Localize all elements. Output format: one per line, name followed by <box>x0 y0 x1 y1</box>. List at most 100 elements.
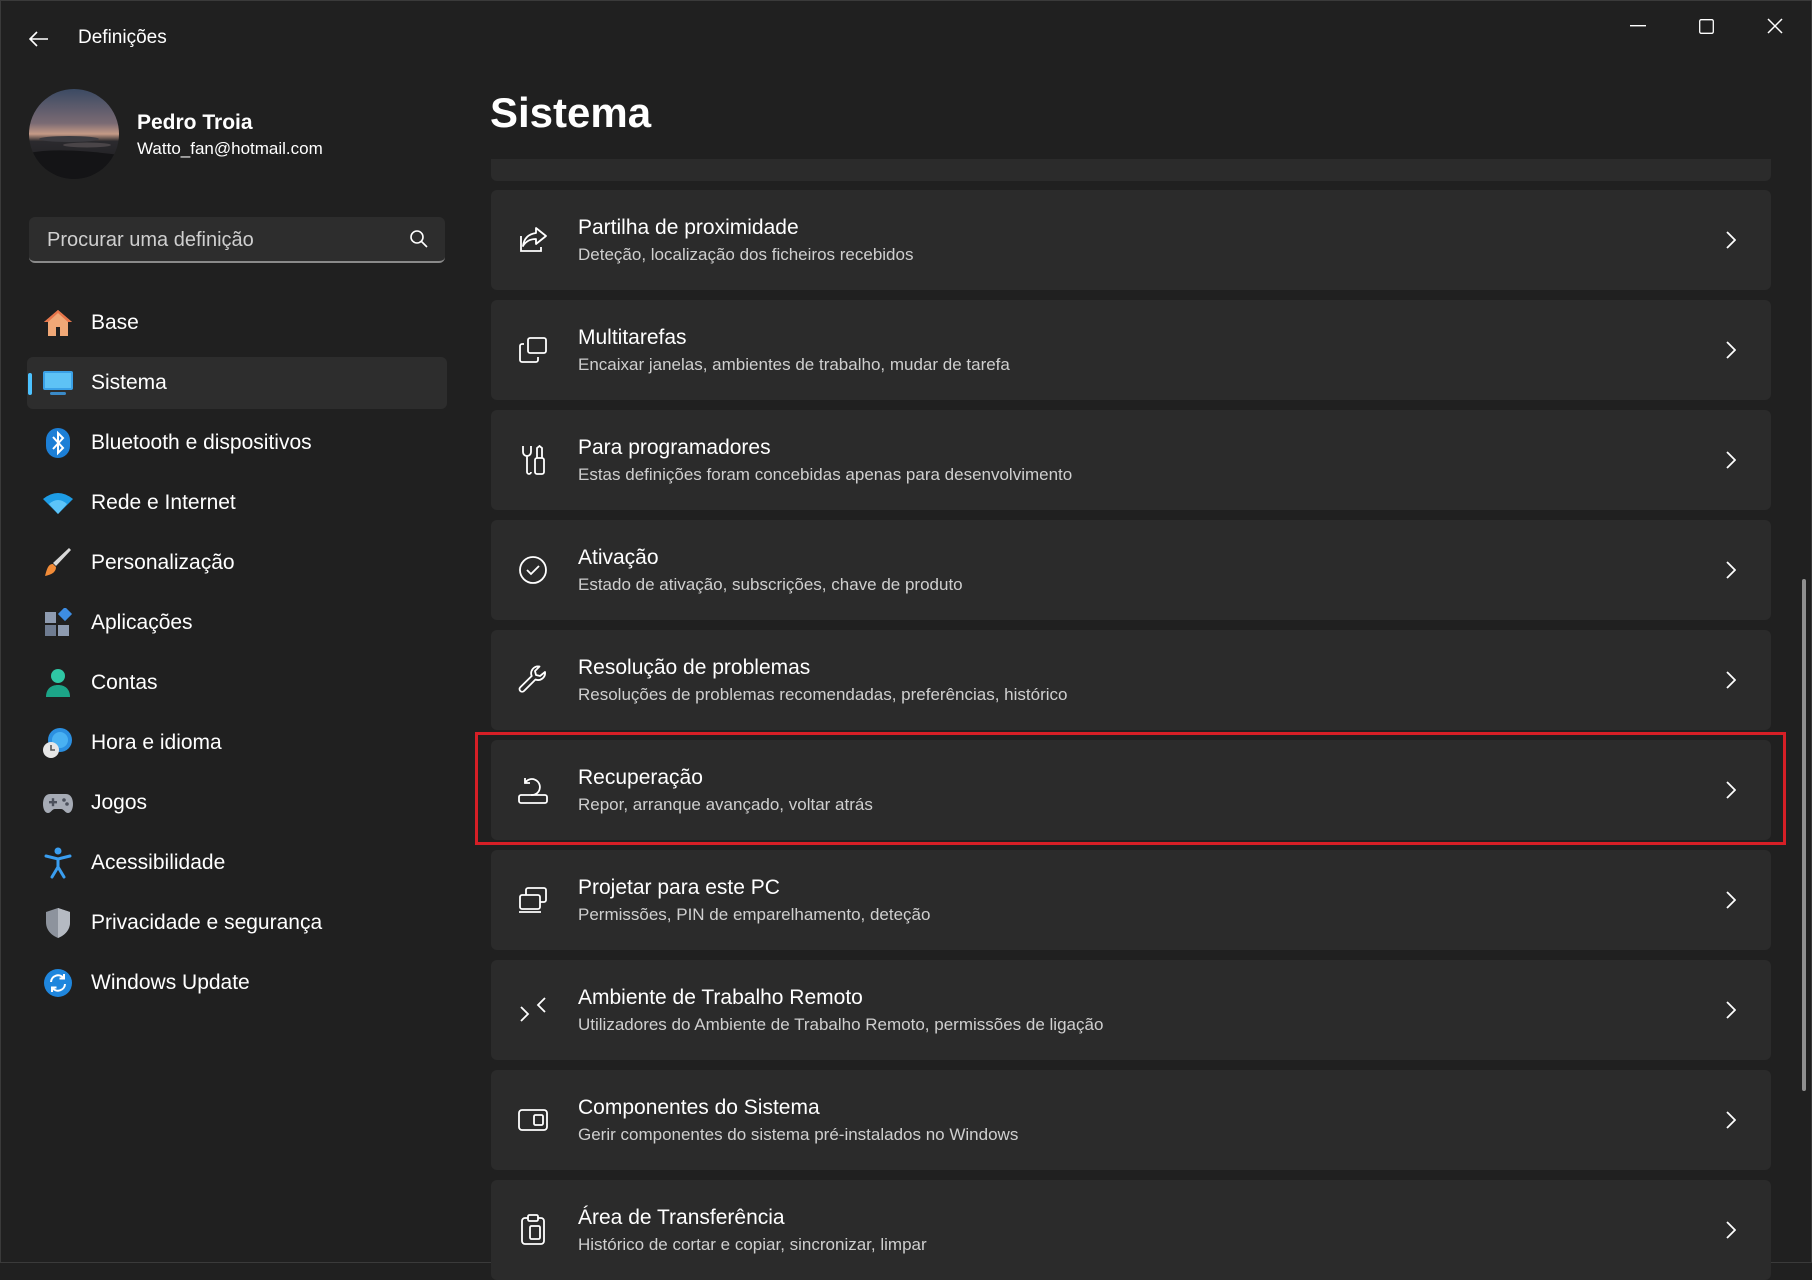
setting-card-area-transferencia[interactable]: Área de Transferência Histórico de corta… <box>491 1180 1771 1280</box>
setting-card-multitarefas[interactable]: Multitarefas Encaixar janelas, ambientes… <box>491 300 1771 400</box>
clipboard-icon <box>515 1212 551 1248</box>
setting-card-partilha-proximidade[interactable]: Partilha de proximidade Deteção, localiz… <box>491 190 1771 290</box>
accessibility-icon <box>41 846 75 880</box>
wifi-icon <box>41 486 75 520</box>
card-subtitle: Histórico de cortar e copiar, sincroniza… <box>578 1235 927 1254</box>
sidebar-item-label: Privacidade e segurança <box>91 911 323 934</box>
setting-card-resolucao-problemas[interactable]: Resolução de problemas Resoluções de pro… <box>491 630 1771 730</box>
checkmark-circle-icon <box>515 552 551 588</box>
back-button[interactable] <box>21 21 57 57</box>
project-icon <box>515 882 551 918</box>
sidebar-item-hora-idioma[interactable]: Hora e idioma <box>27 717 447 769</box>
home-icon <box>41 306 75 340</box>
setting-card-projetar[interactable]: Projetar para este PC Permissões, PIN de… <box>491 850 1771 950</box>
card-subtitle: Utilizadores do Ambiente de Trabalho Rem… <box>578 1015 1104 1034</box>
setting-card-recuperacao[interactable]: Recuperação Repor, arranque avançado, vo… <box>491 740 1771 840</box>
setting-card-ativacao[interactable]: Ativação Estado de ativação, subscrições… <box>491 520 1771 620</box>
title-bar: Definições <box>1 1 1812 75</box>
search-icon[interactable] <box>409 229 429 249</box>
profile-name: Pedro Troia <box>137 111 253 134</box>
card-subtitle: Estado de ativação, subscrições, chave d… <box>578 575 963 594</box>
app-title: Definições <box>78 27 167 48</box>
sidebar-item-personalizacao[interactable]: Personalização <box>27 537 447 589</box>
avatar[interactable] <box>29 89 119 179</box>
arrow-left-icon <box>29 31 48 47</box>
developer-tools-icon <box>515 442 551 478</box>
sidebar-item-privacidade[interactable]: Privacidade e segurança <box>27 897 447 949</box>
card-subtitle: Repor, arranque avançado, voltar atrás <box>578 795 873 814</box>
sidebar-item-bluetooth[interactable]: Bluetooth e dispositivos <box>27 417 447 469</box>
card-title: Ativação <box>578 546 659 569</box>
monitor-icon <box>41 366 75 400</box>
partial-card <box>491 159 1771 181</box>
setting-card-programadores[interactable]: Para programadores Estas definições fora… <box>491 410 1771 510</box>
person-icon <box>41 666 75 700</box>
paintbrush-icon <box>41 546 75 580</box>
sidebar-item-contas[interactable]: Contas <box>27 657 447 709</box>
search-box <box>29 217 445 263</box>
chevron-right-icon <box>1721 228 1741 252</box>
chevron-right-icon <box>1721 668 1741 692</box>
maximize-button[interactable] <box>1671 1 1741 51</box>
recovery-icon <box>515 772 551 808</box>
card-subtitle: Resoluções de problemas recomendadas, pr… <box>578 685 1068 704</box>
sidebar-item-jogos[interactable]: Jogos <box>27 777 447 829</box>
sidebar-item-aplicacoes[interactable]: Aplicações <box>27 597 447 649</box>
card-subtitle: Estas definições foram concebidas apenas… <box>578 465 1073 484</box>
sidebar-item-label: Sistema <box>91 371 167 394</box>
close-icon <box>1767 18 1783 34</box>
setting-card-componentes[interactable]: Componentes do Sistema Gerir componentes… <box>491 1070 1771 1170</box>
sidebar-item-label: Contas <box>91 671 158 694</box>
sidebar-nav: Base Sistema Bluetooth e dispositivos Re… <box>27 297 447 1017</box>
sidebar-item-base[interactable]: Base <box>27 297 447 349</box>
shield-icon <box>41 906 75 940</box>
sidebar-item-label: Windows Update <box>91 971 250 994</box>
sidebar-item-windows-update[interactable]: Windows Update <box>27 957 447 1009</box>
maximize-icon <box>1698 18 1714 34</box>
card-subtitle: Permissões, PIN de emparelhamento, deteç… <box>578 905 931 924</box>
card-title: Multitarefas <box>578 326 687 349</box>
apps-icon <box>41 606 75 640</box>
chevron-right-icon <box>1721 998 1741 1022</box>
sidebar-item-label: Rede e Internet <box>91 491 236 514</box>
sidebar-item-label: Hora e idioma <box>91 731 222 754</box>
chevron-right-icon <box>1721 338 1741 362</box>
system-components-icon <box>515 1102 551 1138</box>
card-title: Projetar para este PC <box>578 876 780 899</box>
card-subtitle: Gerir componentes do sistema pré-instala… <box>578 1125 1019 1144</box>
sidebar-item-label: Personalização <box>91 551 235 574</box>
chevron-right-icon <box>1721 558 1741 582</box>
card-title: Área de Transferência <box>578 1206 785 1229</box>
share-icon <box>515 222 551 258</box>
minimize-icon <box>1630 25 1646 27</box>
sidebar-item-label: Acessibilidade <box>91 851 226 874</box>
sidebar-item-label: Jogos <box>91 791 148 814</box>
chevron-right-icon <box>1721 888 1741 912</box>
card-subtitle: Deteção, localização dos ficheiros receb… <box>578 245 914 264</box>
setting-card-ambiente-remoto[interactable]: Ambiente de Trabalho Remoto Utilizadores… <box>491 960 1771 1060</box>
avatar-photo <box>29 136 119 179</box>
multitask-icon <box>515 332 551 368</box>
scrollbar[interactable] <box>1802 579 1806 1091</box>
card-title: Para programadores <box>578 436 771 459</box>
sidebar-item-sistema[interactable]: Sistema <box>27 357 447 409</box>
sidebar-item-label: Bluetooth e dispositivos <box>91 431 312 454</box>
chevron-right-icon <box>1721 1218 1741 1242</box>
bluetooth-icon <box>41 426 75 460</box>
card-title: Componentes do Sistema <box>578 1096 820 1119</box>
sidebar-item-rede[interactable]: Rede e Internet <box>27 477 447 529</box>
close-button[interactable] <box>1740 1 1810 51</box>
card-title: Partilha de proximidade <box>578 216 799 239</box>
chevron-right-icon <box>1721 448 1741 472</box>
card-title: Ambiente de Trabalho Remoto <box>578 986 863 1009</box>
card-subtitle: Encaixar janelas, ambientes de trabalho,… <box>578 355 1010 374</box>
remote-desktop-icon <box>515 992 551 1028</box>
search-input[interactable] <box>45 217 399 263</box>
wrench-icon <box>515 662 551 698</box>
minimize-button[interactable] <box>1603 1 1673 51</box>
gamepad-icon <box>41 786 75 820</box>
chevron-right-icon <box>1721 778 1741 802</box>
sidebar-item-acessibilidade[interactable]: Acessibilidade <box>27 837 447 889</box>
settings-window: Definições Pedro Troia Watto_fan@hotmail… <box>0 0 1812 1280</box>
profile-email: Watto_fan@hotmail.com <box>137 139 323 158</box>
